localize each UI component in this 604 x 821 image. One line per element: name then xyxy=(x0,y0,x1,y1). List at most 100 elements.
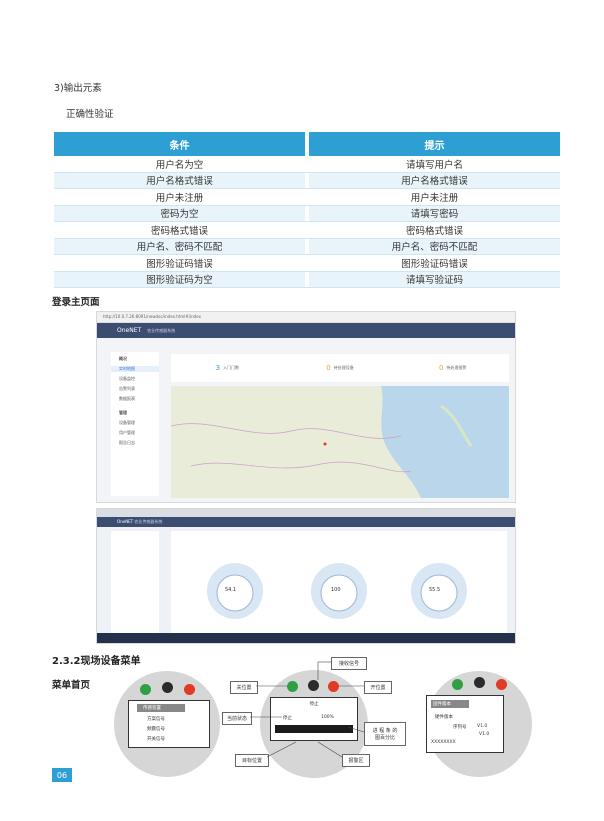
cell-condition: 用户名为空 xyxy=(155,159,204,171)
gauge-card: 54.1 xyxy=(195,555,275,623)
table-row: 密码为空 请填写密码 xyxy=(54,205,560,222)
stat-card: 3 入门门数 xyxy=(171,354,284,382)
cell-condition: 图形验证码错误 xyxy=(146,258,213,270)
label-close-position: 关位置 xyxy=(230,681,258,694)
black-button-icon xyxy=(162,682,173,693)
cell-hint: 请填写密码 xyxy=(309,205,560,221)
label-receive-signal: 接收信号 xyxy=(331,657,367,670)
sidebar xyxy=(111,531,159,635)
table-row: 用户名为空 请填写用户名 xyxy=(54,156,560,173)
gauge-panel: 54.1 100 55.5 xyxy=(171,531,507,635)
progress-bar xyxy=(275,725,353,733)
subheading-validation: 正确性验证 xyxy=(66,109,114,120)
hardware-version-label: 硬件版本 xyxy=(435,715,453,720)
table-row: 用户名格式错误 用户名格式错误 xyxy=(54,172,560,189)
section-232-title: 2.3.2现场设备菜单 xyxy=(52,656,141,667)
login-page-heading: 登录主页面 xyxy=(52,297,100,308)
sidebar-item[interactable]: 概况 xyxy=(119,356,159,362)
table-row: 图形验证码错误 图形验证码错误 xyxy=(54,255,560,272)
taskbar xyxy=(97,633,515,643)
gauge-value: 100 xyxy=(331,587,341,593)
map-view[interactable] xyxy=(171,386,509,498)
cell-hint: 密码格式错误 xyxy=(405,225,463,237)
url-bar: http://10.0.7.26:8091/newdoc/index.html#… xyxy=(97,312,515,323)
gauge-card: 100 xyxy=(299,555,379,623)
cell-hint: 图形验证码错误 xyxy=(401,258,468,270)
sidebar-item[interactable]: 设备管理 xyxy=(119,420,159,426)
status-percent: 100% xyxy=(321,715,334,720)
sidebar-item[interactable]: 报告日志 xyxy=(119,440,159,446)
black-button-icon xyxy=(474,677,485,688)
menu-item[interactable]: 传感装置 xyxy=(137,704,185,712)
brand-subtitle: 农业传感器系统 xyxy=(147,327,176,333)
stat-number: 3 xyxy=(215,364,221,372)
sidebar-item[interactable]: 数据报表 xyxy=(119,396,159,402)
stat-cards: 3 入门门数 0 待处理设备 0 待处理报警 xyxy=(171,354,509,382)
version-screen-box: 固件版本 硬件版本 序列号 V1.0 V1.0 XXXXXXXX xyxy=(426,695,504,753)
stat-card: 0 待处理报警 xyxy=(396,354,509,382)
status-screen-box: 停止 停止 100% xyxy=(270,697,358,741)
stat-label: 入门门数 xyxy=(223,365,240,370)
cell-condition: 密码为空 xyxy=(54,205,305,221)
table-row: 密码格式错误 密码格式错误 xyxy=(54,222,560,239)
sidebar-item[interactable]: 实时地图 xyxy=(111,366,159,372)
cell-hint: 请填写用户名 xyxy=(405,159,463,171)
menu-home-heading: 菜单首页 xyxy=(52,680,91,691)
login-dashboard-screenshot: http://10.0.7.26:8091/newdoc/index.html#… xyxy=(96,311,516,503)
label-open-position: 开位置 xyxy=(364,681,392,694)
page-number: 06 xyxy=(52,768,72,782)
status-current-label: 停止 xyxy=(283,716,292,721)
sidebar-item[interactable]: 设备监控 xyxy=(119,376,159,382)
menu-item[interactable]: 开关信号 xyxy=(147,736,209,742)
cell-hint: 用户名、密码不匹配 xyxy=(309,238,560,254)
black-button-icon xyxy=(308,680,319,691)
stat-card: 0 待处理设备 xyxy=(284,354,397,382)
green-button-icon xyxy=(287,681,298,692)
cell-condition: 用户未注册 xyxy=(155,192,204,204)
serial-label: 序列号 xyxy=(453,725,467,730)
brand-subtitle: 农业传感器系统 xyxy=(134,519,163,524)
red-button-icon xyxy=(496,679,507,690)
green-button-icon xyxy=(452,679,463,690)
version-title: 固件版本 xyxy=(431,700,469,708)
menu-list-box: 传感装置 方案信号 频震信号 开关信号 xyxy=(128,700,210,748)
sidebar-item[interactable]: 管理 xyxy=(119,410,159,416)
table-row: 用户未注册 用户未注册 xyxy=(54,189,560,206)
stat-label: 待处理设备 xyxy=(333,365,354,370)
brand-logo: OneNET xyxy=(117,327,142,334)
sidebar-item[interactable]: 用户管理 xyxy=(119,430,159,436)
browser-tabs xyxy=(97,509,515,517)
menu-item[interactable]: 频震信号 xyxy=(147,726,209,732)
status-title: 停止 xyxy=(309,702,319,707)
red-button-icon xyxy=(184,684,195,695)
stat-number: 0 xyxy=(438,364,444,372)
table-row: 用户名、密码不匹配 用户名、密码不匹配 xyxy=(54,238,560,255)
validation-table: 条件 提示 用户名为空 请填写用户名 用户名格式错误 用户名格式错误 用户未注册 用户… xyxy=(54,132,560,288)
cell-condition: 图形验证码为空 xyxy=(54,271,305,287)
red-button-icon xyxy=(328,681,339,692)
green-button-icon xyxy=(140,684,151,695)
map-graphic xyxy=(171,386,509,498)
gauge-value: 54.1 xyxy=(225,587,237,593)
serial-number: XXXXXXXX xyxy=(431,740,456,745)
version-value-1: V1.0 xyxy=(477,724,488,729)
cell-condition: 用户名、密码不匹配 xyxy=(54,238,305,254)
device-monitor-screenshot: OneNET 农业传感器系统 54.1 100 55.5 xyxy=(96,508,516,644)
menu-item[interactable]: 方案信号 xyxy=(147,716,209,722)
stat-label: 待处理报警 xyxy=(446,365,467,370)
cell-hint: 用户名格式错误 xyxy=(309,172,560,188)
label-progress-percent: 进 程 条 的 图百分比 xyxy=(364,722,406,746)
label-alarm-area: 报警区 xyxy=(342,754,370,767)
cell-condition: 用户名格式错误 xyxy=(54,172,305,188)
gauge-value: 55.5 xyxy=(429,587,441,593)
sidebar-item[interactable]: 告警列表 xyxy=(119,386,159,392)
label-target-position: 目标位置 xyxy=(235,754,269,767)
gauge-card: 55.5 xyxy=(399,555,479,623)
section-output-heading: 3)输出元素 xyxy=(54,83,102,94)
version-value-2: V1.0 xyxy=(479,732,490,737)
header-condition: 条件 xyxy=(54,132,305,156)
cell-hint: 用户未注册 xyxy=(410,192,459,204)
cell-condition: 密码格式错误 xyxy=(150,225,208,237)
cell-hint: 请填写验证码 xyxy=(309,271,560,287)
header-hint: 提示 xyxy=(309,132,560,156)
